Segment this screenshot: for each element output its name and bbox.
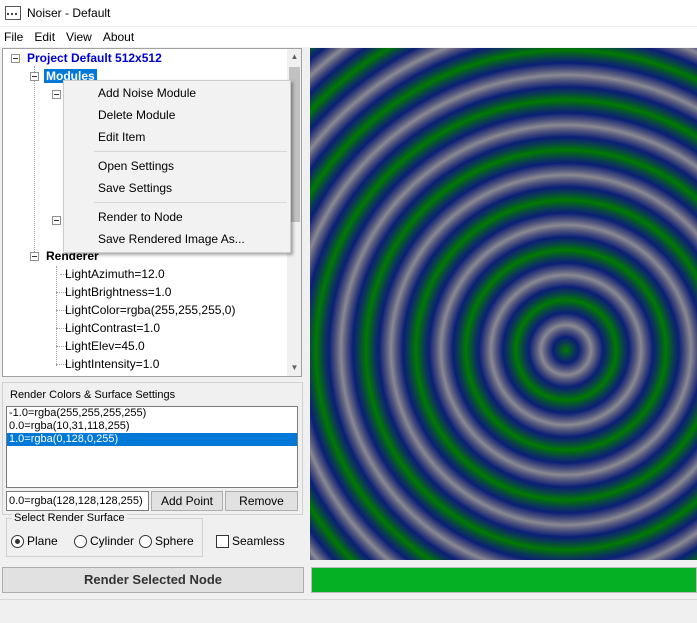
menu-edit[interactable]: Edit <box>30 30 62 44</box>
tree-line <box>34 66 35 256</box>
color-points-list[interactable]: -1.0=rgba(255,255,255,255) 0.0=rgba(10,3… <box>6 406 298 488</box>
ctx-open-settings[interactable]: Open Settings <box>98 156 174 176</box>
ctx-save-rendered-image[interactable]: Save Rendered Image As... <box>98 229 245 249</box>
render-colors-group-title: Render Colors & Surface Settings <box>8 389 178 401</box>
tree-renderer-item[interactable]: LightIntensity=1.0 <box>65 355 159 373</box>
color-point-item[interactable]: 0.0=rgba(10,31,118,255) <box>7 420 297 433</box>
menu-bar: File Edit View About <box>0 27 697 47</box>
window-title: Noiser - Default <box>27 6 111 20</box>
ctx-separator <box>94 151 287 152</box>
menu-view[interactable]: View <box>62 30 99 44</box>
context-menu: Add Noise Module Delete Module Edit Item… <box>63 80 291 253</box>
seamless-label: Seamless <box>232 534 285 548</box>
color-point-item[interactable]: 1.0=rgba(0,128,0,255) <box>7 433 297 446</box>
surface-sphere-radio[interactable]: Sphere <box>139 534 194 548</box>
surface-plane-radio[interactable]: Plane <box>11 534 58 548</box>
radio-empty-icon <box>74 534 87 548</box>
surface-plane-label: Plane <box>27 534 58 548</box>
ctx-edit-item[interactable]: Edit Item <box>98 127 145 147</box>
collapse-module-icon[interactable] <box>52 90 61 99</box>
ctx-add-noise-module[interactable]: Add Noise Module <box>98 83 196 103</box>
tree-renderer-item[interactable]: LightColor=rgba(255,255,255,0) <box>65 301 235 319</box>
ctx-separator <box>94 202 287 203</box>
scroll-up-icon[interactable]: ▲ <box>287 49 301 65</box>
scroll-down-icon[interactable]: ▼ <box>287 360 301 376</box>
app-icon <box>5 6 21 20</box>
ctx-render-to-node[interactable]: Render to Node <box>98 207 183 227</box>
collapse-project-icon[interactable] <box>11 54 20 63</box>
title-bar: Noiser - Default <box>0 0 697 26</box>
tree-line <box>56 266 57 366</box>
color-point-item[interactable]: -1.0=rgba(255,255,255,255) <box>7 407 297 420</box>
radio-empty-icon <box>139 534 152 548</box>
remove-point-button[interactable]: Remove <box>225 491 298 511</box>
concentric-rings <box>310 48 697 560</box>
tree-renderer-item[interactable]: LightElev=45.0 <box>65 337 145 355</box>
tree-renderer-item[interactable]: LightBrightness=1.0 <box>65 283 171 301</box>
collapse-module-icon[interactable] <box>52 216 61 225</box>
menu-about[interactable]: About <box>99 30 141 44</box>
render-surface-group-title: Select Render Surface <box>12 512 127 524</box>
tree-renderer-item[interactable]: LightAzimuth=12.0 <box>65 265 165 283</box>
progress-fill <box>312 568 696 592</box>
ctx-delete-module[interactable]: Delete Module <box>98 105 175 125</box>
surface-cylinder-label: Cylinder <box>90 534 135 548</box>
surface-cylinder-radio[interactable]: Cylinder <box>74 534 134 548</box>
collapse-modules-icon[interactable] <box>30 72 39 81</box>
checkbox-unchecked-icon <box>216 534 229 548</box>
tree-renderer-item[interactable]: LightContrast=1.0 <box>65 319 160 337</box>
tree-project-node[interactable]: Project Default 512x512 <box>27 49 162 67</box>
render-selected-node-button[interactable]: Render Selected Node <box>2 567 304 593</box>
noise-preview-image <box>310 48 697 560</box>
status-bar <box>0 599 697 623</box>
seamless-checkbox[interactable]: Seamless <box>216 534 285 548</box>
radio-selected-icon <box>11 534 24 548</box>
menu-file[interactable]: File <box>0 30 30 44</box>
collapse-renderer-icon[interactable] <box>30 252 39 261</box>
ctx-save-settings[interactable]: Save Settings <box>98 178 172 198</box>
add-point-button[interactable]: Add Point <box>151 491 223 511</box>
render-progress-bar <box>311 567 697 593</box>
color-point-input[interactable]: 0.0=rgba(128,128,128,255) <box>6 491 149 511</box>
surface-sphere-label: Sphere <box>155 534 194 548</box>
